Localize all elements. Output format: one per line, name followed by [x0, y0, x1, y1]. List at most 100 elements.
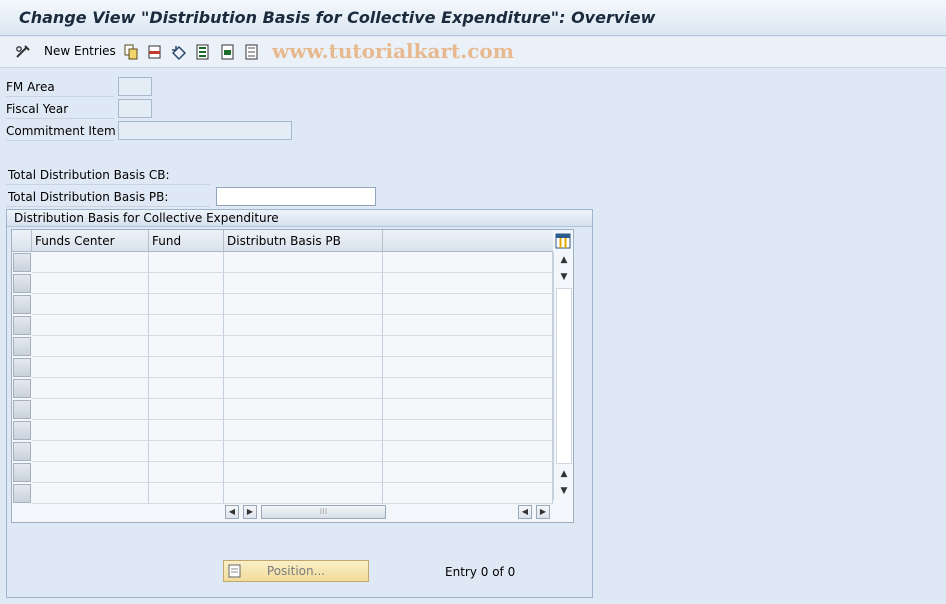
table-cell [383, 252, 553, 273]
table-cell[interactable] [149, 294, 224, 315]
scroll-left-icon[interactable]: ◀ [225, 505, 239, 519]
scroll-right-icon[interactable]: ▶ [243, 505, 257, 519]
table-cell [383, 357, 553, 378]
table-cell[interactable] [149, 420, 224, 441]
table-cell[interactable] [149, 399, 224, 420]
table-cell[interactable] [149, 252, 224, 273]
table-cell [383, 336, 553, 357]
group-title: Distribution Basis for Collective Expend… [7, 210, 592, 227]
table-cell[interactable] [224, 483, 383, 504]
total-cb-label: Total Distribution Basis CB: [8, 168, 170, 182]
row-selector[interactable] [13, 253, 31, 272]
row-selector[interactable] [13, 484, 31, 503]
edit-glasses-icon[interactable] [14, 43, 32, 61]
row-selector[interactable] [13, 274, 31, 293]
table-header: Funds Center Fund Distributn Basis PB [12, 230, 553, 252]
table-settings-icon[interactable] [555, 233, 571, 249]
row-selector[interactable] [13, 358, 31, 377]
table-cell[interactable] [32, 357, 149, 378]
table-cell [383, 483, 553, 504]
table-cell[interactable] [32, 252, 149, 273]
table-cell[interactable] [32, 294, 149, 315]
row-selector[interactable] [13, 295, 31, 314]
scroll-top-icon[interactable]: ▲ [557, 253, 571, 267]
table-cell[interactable] [149, 315, 224, 336]
table-cell[interactable] [32, 273, 149, 294]
table-cell [383, 441, 553, 462]
delete-icon[interactable] [146, 43, 164, 61]
table-cell[interactable] [32, 420, 149, 441]
copy-icon[interactable] [122, 43, 140, 61]
table-cell[interactable] [224, 336, 383, 357]
row-selector[interactable] [13, 463, 31, 482]
table-cell [383, 462, 553, 483]
table-cell[interactable] [32, 483, 149, 504]
scroll-up-icon[interactable]: ▼ [557, 270, 571, 284]
horizontal-scroll-thumb[interactable]: ⁝⁝⁝ [261, 505, 386, 519]
row-selector[interactable] [13, 400, 31, 419]
select-block-icon[interactable] [219, 43, 237, 61]
table-cell[interactable] [149, 483, 224, 504]
table-cell[interactable] [32, 315, 149, 336]
page-title: Change View "Distribution Basis for Coll… [19, 8, 656, 27]
scroll-down-icon[interactable]: ▲ [557, 467, 571, 481]
table-cell[interactable] [224, 252, 383, 273]
row-selector[interactable] [13, 337, 31, 356]
commitment-item-field[interactable] [118, 121, 292, 140]
undo-icon[interactable] [170, 43, 188, 61]
scroll-left-2-icon[interactable]: ◀ [518, 505, 532, 519]
table-cell[interactable] [32, 399, 149, 420]
column-header-fund[interactable]: Fund [149, 230, 224, 252]
total-pb-field[interactable] [216, 187, 376, 206]
table-cell[interactable] [224, 273, 383, 294]
position-button[interactable]: Position... [223, 560, 369, 582]
fiscal-year-label: Fiscal Year [6, 100, 114, 119]
table-cell[interactable] [149, 336, 224, 357]
column-header-funds-center[interactable]: Funds Center [32, 230, 149, 252]
table-cell[interactable] [224, 315, 383, 336]
row-selector[interactable] [13, 316, 31, 335]
table-cell[interactable] [224, 441, 383, 462]
row-selector[interactable] [13, 421, 31, 440]
column-header-empty [383, 230, 553, 252]
watermark: www.tutorialkart.com [272, 39, 514, 63]
select-all-icon[interactable] [194, 43, 212, 61]
table-cell [383, 273, 553, 294]
table-cell[interactable] [32, 378, 149, 399]
commitment-item-label: Commitment Item [6, 122, 116, 141]
new-entries-button[interactable]: New Entries [44, 44, 116, 58]
table-cell[interactable] [149, 273, 224, 294]
table-cell[interactable] [224, 294, 383, 315]
table-cell[interactable] [224, 357, 383, 378]
deselect-all-icon[interactable] [243, 43, 261, 61]
table-cell [383, 420, 553, 441]
table-cell[interactable] [149, 441, 224, 462]
vertical-scroll-track[interactable] [556, 288, 572, 464]
row-selector[interactable] [13, 442, 31, 461]
title-bar: Change View "Distribution Basis for Coll… [0, 0, 946, 36]
table-cell[interactable] [32, 441, 149, 462]
table-cell[interactable] [32, 336, 149, 357]
select-all-corner[interactable] [12, 230, 32, 252]
scroll-bottom-icon[interactable]: ▼ [557, 484, 571, 498]
table-cell[interactable] [224, 378, 383, 399]
row-selector[interactable] [13, 379, 31, 398]
fm-area-field[interactable] [118, 77, 152, 96]
column-header-distributn-basis-pb[interactable]: Distributn Basis PB [224, 230, 383, 252]
table-cell[interactable] [224, 399, 383, 420]
table-cell[interactable] [149, 357, 224, 378]
fiscal-year-field[interactable] [118, 99, 152, 118]
total-pb-label: Total Distribution Basis PB: [8, 190, 169, 204]
table-cell[interactable] [32, 462, 149, 483]
entry-count: Entry 0 of 0 [445, 565, 516, 579]
table-cell[interactable] [224, 420, 383, 441]
table-cell [383, 399, 553, 420]
table-cell[interactable] [224, 462, 383, 483]
position-button-label: Position... [266, 564, 326, 578]
table-cell[interactable] [149, 462, 224, 483]
scroll-right-2-icon[interactable]: ▶ [536, 505, 550, 519]
table-cell[interactable] [149, 378, 224, 399]
vertical-scrollbar[interactable]: ▲ ▼ ▲ ▼ [553, 252, 573, 500]
application-toolbar: New Entries www.tutorialkart.com [0, 37, 946, 68]
distribution-table: Funds Center Fund Distributn Basis PB ▲ … [11, 229, 574, 523]
